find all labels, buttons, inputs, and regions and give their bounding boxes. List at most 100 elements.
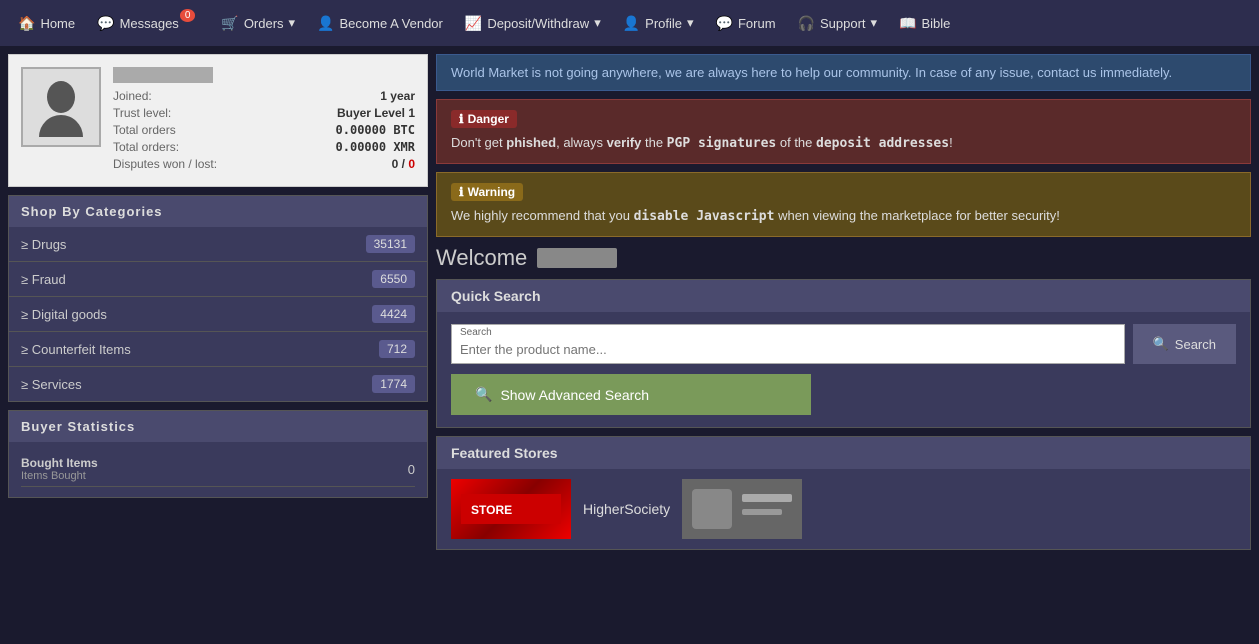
advanced-search-button[interactable]: 🔍 Show Advanced Search bbox=[451, 374, 811, 415]
warning-text: We highly recommend that you disable Jav… bbox=[451, 207, 1236, 226]
profile-orders-xmr-row: Total orders: 0.00000 XMR bbox=[113, 140, 415, 154]
bought-items-info: Bought Items Items Bought bbox=[21, 456, 98, 482]
welcome-bar bbox=[537, 248, 617, 268]
deposit-icon: 📈 bbox=[465, 15, 482, 32]
main-layout: Joined: 1 year Trust level: Buyer Level … bbox=[0, 46, 1259, 558]
profile-name-bar bbox=[113, 67, 213, 83]
featured-stores-header: Featured Stores bbox=[437, 437, 1250, 469]
category-digital-label: ≥ Digital goods bbox=[21, 307, 107, 322]
nav-profile[interactable]: 👤 Profile ▾ bbox=[613, 7, 704, 40]
trust-label: Trust level: bbox=[113, 106, 171, 120]
store-thumb-1: STORE bbox=[451, 479, 571, 539]
nav-bible[interactable]: 📖 Bible bbox=[889, 7, 960, 40]
warning-info-icon: ℹ bbox=[459, 185, 464, 199]
bible-icon: 📖 bbox=[899, 15, 916, 32]
search-button[interactable]: 🔍 Search bbox=[1133, 324, 1236, 364]
bought-items-sublabel: Items Bought bbox=[21, 470, 98, 482]
nav-deposit-withdraw[interactable]: 📈 Deposit/Withdraw ▾ bbox=[455, 7, 611, 40]
nav-support-label: Support bbox=[820, 16, 866, 31]
search-button-icon: 🔍 bbox=[1153, 336, 1169, 352]
category-services-count: 1774 bbox=[372, 375, 415, 393]
profile-chevron-icon: ▾ bbox=[687, 15, 694, 31]
category-services[interactable]: ≥ Services 1774 bbox=[9, 367, 427, 401]
support-icon: 🎧 bbox=[798, 15, 815, 32]
disputes-label: Disputes won / lost: bbox=[113, 157, 217, 171]
nav-forum-label: Forum bbox=[738, 16, 776, 31]
deposit-bold: deposit addresses bbox=[816, 136, 949, 151]
search-input-wrapper: Search bbox=[451, 324, 1125, 364]
profile-info: Joined: 1 year Trust level: Buyer Level … bbox=[113, 67, 415, 174]
pgp-bold: PGP signatures bbox=[667, 136, 777, 151]
quick-search-header: Quick Search bbox=[437, 280, 1250, 312]
profile-trust-row: Trust level: Buyer Level 1 bbox=[113, 106, 415, 120]
nav-forum[interactable]: 💬 Forum bbox=[706, 7, 786, 40]
category-counterfeit[interactable]: ≥ Counterfeit Items 712 bbox=[9, 332, 427, 367]
bought-items-row: Bought Items Items Bought 0 bbox=[21, 452, 415, 487]
quick-search-content: Search 🔍 Search 🔍 Show Advanced Search bbox=[437, 312, 1250, 427]
category-drugs-count: 35131 bbox=[366, 235, 415, 253]
messages-icon: 💬 bbox=[97, 15, 114, 32]
category-fraud[interactable]: ≥ Fraud 6550 bbox=[9, 262, 427, 297]
nav-orders-label: Orders bbox=[244, 16, 284, 31]
world-market-text: World Market is not going anywhere, we a… bbox=[451, 65, 1172, 80]
advanced-search-label: Show Advanced Search bbox=[500, 387, 649, 403]
warning-alert: ℹ Warning We highly recommend that you d… bbox=[436, 172, 1251, 237]
orders-xmr-label: Total orders: bbox=[113, 140, 179, 154]
nav-messages-label: Messages bbox=[120, 16, 179, 31]
buyer-stats-header: Buyer Statistics bbox=[9, 411, 427, 442]
support-chevron-icon: ▾ bbox=[871, 15, 878, 31]
danger-alert: ℹ Danger Don't get phished, always verif… bbox=[436, 99, 1251, 164]
search-button-label: Search bbox=[1175, 337, 1216, 352]
search-input[interactable] bbox=[460, 338, 1116, 361]
nav-messages[interactable]: 💬 Messages 0 bbox=[87, 7, 209, 40]
buyer-stats-box: Buyer Statistics Bought Items Items Boug… bbox=[8, 410, 428, 498]
danger-info-icon: ℹ bbox=[459, 112, 464, 126]
category-drugs[interactable]: ≥ Drugs 35131 bbox=[9, 227, 427, 262]
verify-bold: verify bbox=[607, 135, 642, 150]
featured-stores-content: STORE HigherSociety bbox=[437, 469, 1250, 549]
nav-support[interactable]: 🎧 Support ▾ bbox=[788, 7, 888, 40]
categories-box: Shop By Categories ≥ Drugs 35131 ≥ Fraud… bbox=[8, 195, 428, 402]
category-fraud-label: ≥ Fraud bbox=[21, 272, 66, 287]
category-drugs-label: ≥ Drugs bbox=[21, 237, 66, 252]
profile-card: Joined: 1 year Trust level: Buyer Level … bbox=[8, 54, 428, 187]
orders-icon: 🛒 bbox=[221, 15, 238, 32]
bought-items-value: 0 bbox=[408, 462, 415, 477]
category-fraud-count: 6550 bbox=[372, 270, 415, 288]
danger-badge: ℹ Danger bbox=[451, 110, 517, 128]
nav-home-label: Home bbox=[40, 16, 75, 31]
bought-items-label: Bought Items bbox=[21, 456, 98, 470]
navbar: 🏠 Home 💬 Messages 0 🛒 Orders ▾ 👤 Become … bbox=[0, 0, 1259, 46]
nav-vendor-label: Become A Vendor bbox=[340, 16, 443, 31]
joined-value: 1 year bbox=[380, 89, 415, 103]
quick-search-box: Quick Search Search 🔍 Search 🔍 Show Adva… bbox=[436, 279, 1251, 428]
category-counterfeit-count: 712 bbox=[379, 340, 415, 358]
profile-orders-btc-row: Total orders 0.00000 BTC bbox=[113, 123, 415, 137]
deposit-chevron-icon: ▾ bbox=[594, 15, 601, 31]
category-digital-goods[interactable]: ≥ Digital goods 4424 bbox=[9, 297, 427, 332]
messages-badge: 0 bbox=[180, 9, 196, 22]
world-market-message: World Market is not going anywhere, we a… bbox=[436, 54, 1251, 91]
nav-orders[interactable]: 🛒 Orders ▾ bbox=[211, 7, 305, 40]
orders-xmr-value: 0.00000 XMR bbox=[336, 140, 415, 154]
orders-btc-label: Total orders bbox=[113, 123, 176, 137]
danger-text: Don't get phished, always verify the PGP… bbox=[451, 134, 1236, 153]
category-services-label: ≥ Services bbox=[21, 377, 82, 392]
nav-bible-label: Bible bbox=[922, 16, 951, 31]
featured-stores-box: Featured Stores STORE HigherSociety bbox=[436, 436, 1251, 550]
store-name-1[interactable]: HigherSociety bbox=[583, 501, 670, 517]
nav-deposit-label: Deposit/Withdraw bbox=[487, 16, 589, 31]
vendor-icon: 👤 bbox=[317, 15, 334, 32]
advanced-search-icon: 🔍 bbox=[475, 386, 492, 403]
category-counterfeit-label: ≥ Counterfeit Items bbox=[21, 342, 131, 357]
right-content: World Market is not going anywhere, we a… bbox=[436, 54, 1251, 550]
trust-value: Buyer Level 1 bbox=[337, 106, 415, 120]
nav-become-vendor[interactable]: 👤 Become A Vendor bbox=[307, 7, 453, 40]
nav-profile-label: Profile bbox=[645, 16, 682, 31]
search-input-label: Search bbox=[460, 327, 1116, 338]
phished-bold: phished bbox=[506, 135, 556, 150]
svg-text:STORE: STORE bbox=[471, 503, 512, 517]
forum-icon: 💬 bbox=[716, 15, 733, 32]
nav-home[interactable]: 🏠 Home bbox=[8, 7, 85, 40]
sidebar: Joined: 1 year Trust level: Buyer Level … bbox=[8, 54, 428, 498]
